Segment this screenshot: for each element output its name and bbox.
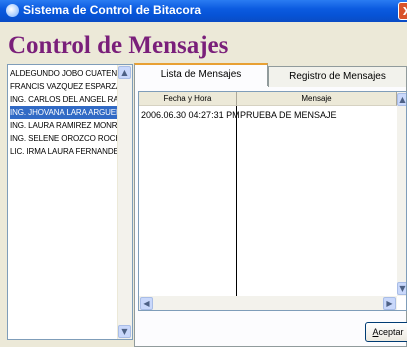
column-header-fecha[interactable]: Fecha y Hora: [139, 92, 237, 106]
window-title: Sistema de Control de Bitacora: [23, 3, 202, 17]
close-button[interactable]: X: [398, 2, 407, 20]
scroll-right-icon[interactable]: ▶: [383, 297, 396, 310]
list-scrollbar[interactable]: ▲ ▼: [117, 65, 132, 339]
aceptar-label: ceptar: [378, 327, 404, 337]
tab-registro-mensajes[interactable]: Registro de Mensajes: [268, 66, 407, 87]
tab-lista-mensajes[interactable]: Lista de Mensajes: [134, 63, 268, 86]
scroll-down-icon[interactable]: ▼: [397, 282, 406, 295]
table-cell-mensaje[interactable]: PRUEBA DE MENSAJE: [240, 109, 337, 121]
user-listbox[interactable]: ALDEGUNDO JOBO CUATENO FRANCIS VAZQUEZ E…: [7, 64, 133, 340]
scroll-up-icon[interactable]: ▲: [118, 66, 131, 79]
list-item[interactable]: LIC. IRMA LAURA FERNANDEZ M: [10, 145, 120, 158]
page-title: Control de Mensajes: [8, 32, 229, 59]
scroll-down-icon[interactable]: ▼: [118, 325, 131, 338]
column-divider: [236, 106, 237, 296]
list-item[interactable]: ALDEGUNDO JOBO CUATENO: [10, 67, 120, 80]
list-item[interactable]: ING. SELENE OROZCO ROCHA: [10, 132, 120, 145]
aceptar-button[interactable]: Aceptar: [365, 322, 407, 342]
column-header-mensaje[interactable]: Mensaje: [237, 92, 397, 106]
list-item[interactable]: ING. CARLOS DEL ANGEL RAMO: [10, 93, 120, 106]
list-item[interactable]: ING. JHOVANA LARA ARGUELLO: [10, 106, 120, 119]
list-item[interactable]: ING. LAURA RAMIREZ MONROY: [10, 119, 120, 132]
title-bar[interactable]: Sistema de Control de Bitacora X: [0, 0, 407, 22]
scroll-up-icon[interactable]: ▲: [397, 93, 406, 106]
grid-vertical-scrollbar[interactable]: ▲ ▼: [397, 92, 406, 296]
app-window: Sistema de Control de Bitacora X Control…: [0, 0, 407, 347]
list-item[interactable]: FRANCIS VAZQUEZ ESPARZA: [10, 80, 120, 93]
scroll-left-icon[interactable]: ◀: [140, 297, 153, 310]
app-icon: [6, 4, 19, 17]
table-cell-fecha[interactable]: 2006.06.30 04:27:31 PM: [141, 109, 240, 121]
messages-grid[interactable]: Fecha y Hora Mensaje 2006.06.30 04:27:31…: [138, 91, 407, 311]
grid-horizontal-scrollbar[interactable]: ◀ ▶: [139, 296, 397, 310]
